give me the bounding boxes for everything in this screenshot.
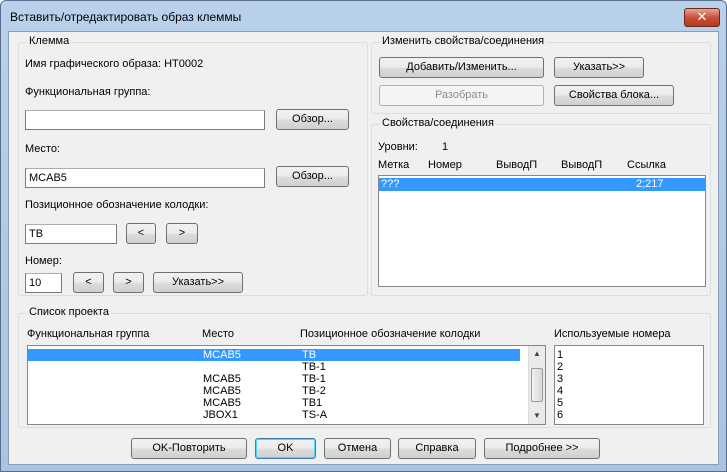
block-props-button[interactable]: Свойства блока...: [554, 85, 674, 106]
row-strip: TB: [302, 349, 317, 361]
pick-number-button[interactable]: Указать>>: [153, 272, 243, 293]
change-props-group: Изменить свойства/соединения Добавить/Из…: [371, 35, 711, 114]
strip-input[interactable]: TB: [25, 224, 117, 244]
change-props-group-title: Изменить свойства/соединения: [380, 35, 547, 47]
list-item[interactable]: MCAB5 TB: [28, 349, 520, 361]
title-bar[interactable]: Вставить/отредактировать образ клеммы ✕: [1, 1, 726, 31]
table-row[interactable]: ??? 2;217: [379, 178, 705, 191]
list-item[interactable]: MCAB5 TB-1: [28, 373, 520, 385]
row-location: JBOX1: [203, 409, 238, 421]
row-ref: 2;217: [636, 178, 664, 190]
row-location: MCAB5: [203, 349, 241, 361]
row-strip: TB-1: [302, 373, 326, 385]
browse-location-button[interactable]: Обзор...: [276, 166, 349, 187]
col-mark[interactable]: Метка: [378, 159, 409, 171]
strip-prev-button[interactable]: <: [126, 223, 156, 244]
row-strip: TB-2: [302, 385, 326, 397]
col-location[interactable]: Место: [202, 328, 234, 340]
browse-func-group-button[interactable]: Обзор...: [276, 109, 349, 130]
list-item[interactable]: MCAB5 TB1: [28, 397, 520, 409]
dialog-client: Клемма Имя графического образа: HT0002 Ф…: [8, 31, 719, 465]
list-item[interactable]: TB-1: [28, 361, 520, 373]
ok-repeat-button[interactable]: OK-Повторить: [131, 438, 247, 459]
location-input[interactable]: MCAB5: [25, 168, 265, 188]
disassemble-button[interactable]: Разобрать: [379, 85, 544, 106]
details-button[interactable]: Подробнее >>: [484, 438, 600, 459]
col-func-group[interactable]: Функциональная группа: [27, 328, 149, 340]
list-item[interactable]: MCAB5 TB-2: [28, 385, 520, 397]
col-ref[interactable]: Ссылка: [627, 159, 666, 171]
number-input[interactable]: 10: [25, 273, 62, 293]
row-mark: ???: [381, 178, 400, 190]
list-item[interactable]: 5: [557, 397, 563, 409]
used-numbers-list[interactable]: 1 2 3 4 5 6: [554, 345, 704, 425]
col-out1[interactable]: ВыводП: [496, 159, 537, 171]
ok-button[interactable]: OK: [255, 438, 316, 459]
add-edit-button[interactable]: Добавить/Изменить...: [379, 57, 544, 78]
col-number[interactable]: Номер: [428, 159, 462, 171]
props-conn-group: Свойства/соединения Уровни: 1 Метка Номе…: [371, 117, 711, 296]
terminal-group: Клемма Имя графического образа: HT0002 Ф…: [18, 35, 368, 296]
strip-label: Позиционное обозначение колодки:: [25, 199, 209, 211]
col-out2[interactable]: ВыводП: [561, 159, 602, 171]
row-strip: TS-A: [302, 409, 328, 421]
levels-value: 1: [442, 141, 449, 153]
list-item[interactable]: 3: [557, 373, 563, 385]
row-location: MCAB5: [203, 385, 241, 397]
number-prev-button[interactable]: <: [73, 272, 104, 293]
scroll-up-icon[interactable]: ▲: [529, 346, 545, 362]
project-list-group-title: Список проекта: [27, 306, 111, 318]
project-list-group: Список проекта Функциональная группа Мес…: [18, 306, 711, 428]
dialog-window: Вставить/отредактировать образ клеммы ✕ …: [0, 0, 727, 472]
close-button[interactable]: ✕: [684, 8, 720, 27]
number-label: Номер:: [25, 255, 62, 267]
help-button[interactable]: Справка: [398, 438, 476, 459]
location-label: Место:: [25, 143, 60, 155]
pick-connection-button[interactable]: Указать>>: [554, 57, 644, 78]
list-item[interactable]: 2: [557, 361, 563, 373]
levels-label: Уровни:: [378, 141, 418, 153]
window-title: Вставить/отредактировать образ клеммы: [10, 10, 242, 24]
used-numbers-label: Используемые номера: [554, 328, 671, 340]
graphic-name-label: Имя графического образа: HT0002: [25, 58, 204, 70]
row-location: MCAB5: [203, 373, 241, 385]
list-item[interactable]: JBOX1 TS-A: [28, 409, 520, 421]
cancel-button[interactable]: Отмена: [324, 438, 391, 459]
col-strip[interactable]: Позиционное обозначение колодки: [300, 328, 480, 340]
project-list-scrollbar[interactable]: ▲ ▼: [528, 346, 545, 424]
close-icon: ✕: [696, 9, 708, 24]
row-location: MCAB5: [203, 397, 241, 409]
row-strip: TB-1: [302, 361, 326, 373]
props-conn-list[interactable]: ??? 2;217: [378, 175, 706, 287]
func-group-label: Функциональная группа:: [25, 86, 151, 98]
props-conn-group-title: Свойства/соединения: [380, 117, 496, 129]
list-item[interactable]: 4: [557, 385, 563, 397]
strip-next-button[interactable]: >: [166, 223, 198, 244]
scroll-down-icon[interactable]: ▼: [529, 408, 545, 424]
number-next-button[interactable]: >: [113, 272, 144, 293]
list-item[interactable]: 1: [557, 349, 563, 361]
terminal-group-title: Клемма: [27, 35, 72, 47]
row-strip: TB1: [302, 397, 323, 409]
scroll-thumb[interactable]: [531, 368, 543, 402]
func-group-input[interactable]: [25, 110, 265, 130]
list-item[interactable]: 6: [557, 409, 563, 421]
project-list[interactable]: MCAB5 TB TB-1 MCAB5 TB-1 MCAB5 TB-2 MCAB…: [27, 345, 546, 425]
